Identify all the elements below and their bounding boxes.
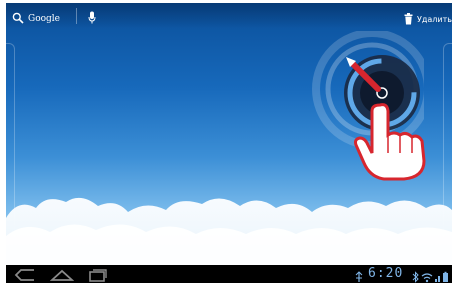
back-button[interactable] <box>14 267 36 283</box>
usb-notification-icon[interactable] <box>354 268 364 283</box>
battery-icon <box>443 271 448 282</box>
wifi-icon <box>421 273 433 283</box>
recent-apps-button[interactable] <box>88 267 108 283</box>
voice-search-button[interactable] <box>88 9 96 28</box>
recent-apps-icon <box>88 267 108 283</box>
system-navigation-bar: 6:20 <box>6 265 452 283</box>
search-icon <box>12 9 24 28</box>
status-clock[interactable]: 6:20 <box>368 266 403 282</box>
status-indicators[interactable] <box>411 268 449 283</box>
google-search-label: Google <box>28 13 60 24</box>
top-bar: Google Удалить <box>6 3 452 29</box>
bluetooth-icon <box>412 271 419 283</box>
microphone-icon <box>88 9 96 28</box>
google-search-button[interactable]: Google <box>12 9 60 28</box>
delete-button[interactable]: Удалить <box>404 10 452 29</box>
delete-label: Удалить <box>417 15 452 24</box>
touch-hand-icon <box>354 103 426 181</box>
search-divider <box>76 8 77 24</box>
cloud-wallpaper <box>6 197 452 265</box>
trash-icon <box>404 10 413 29</box>
signal-icon <box>435 276 440 282</box>
back-icon <box>14 267 36 283</box>
tablet-home-screen: Google Удалить 6:20 <box>6 3 452 283</box>
home-icon <box>49 267 75 283</box>
home-button[interactable] <box>49 267 75 283</box>
